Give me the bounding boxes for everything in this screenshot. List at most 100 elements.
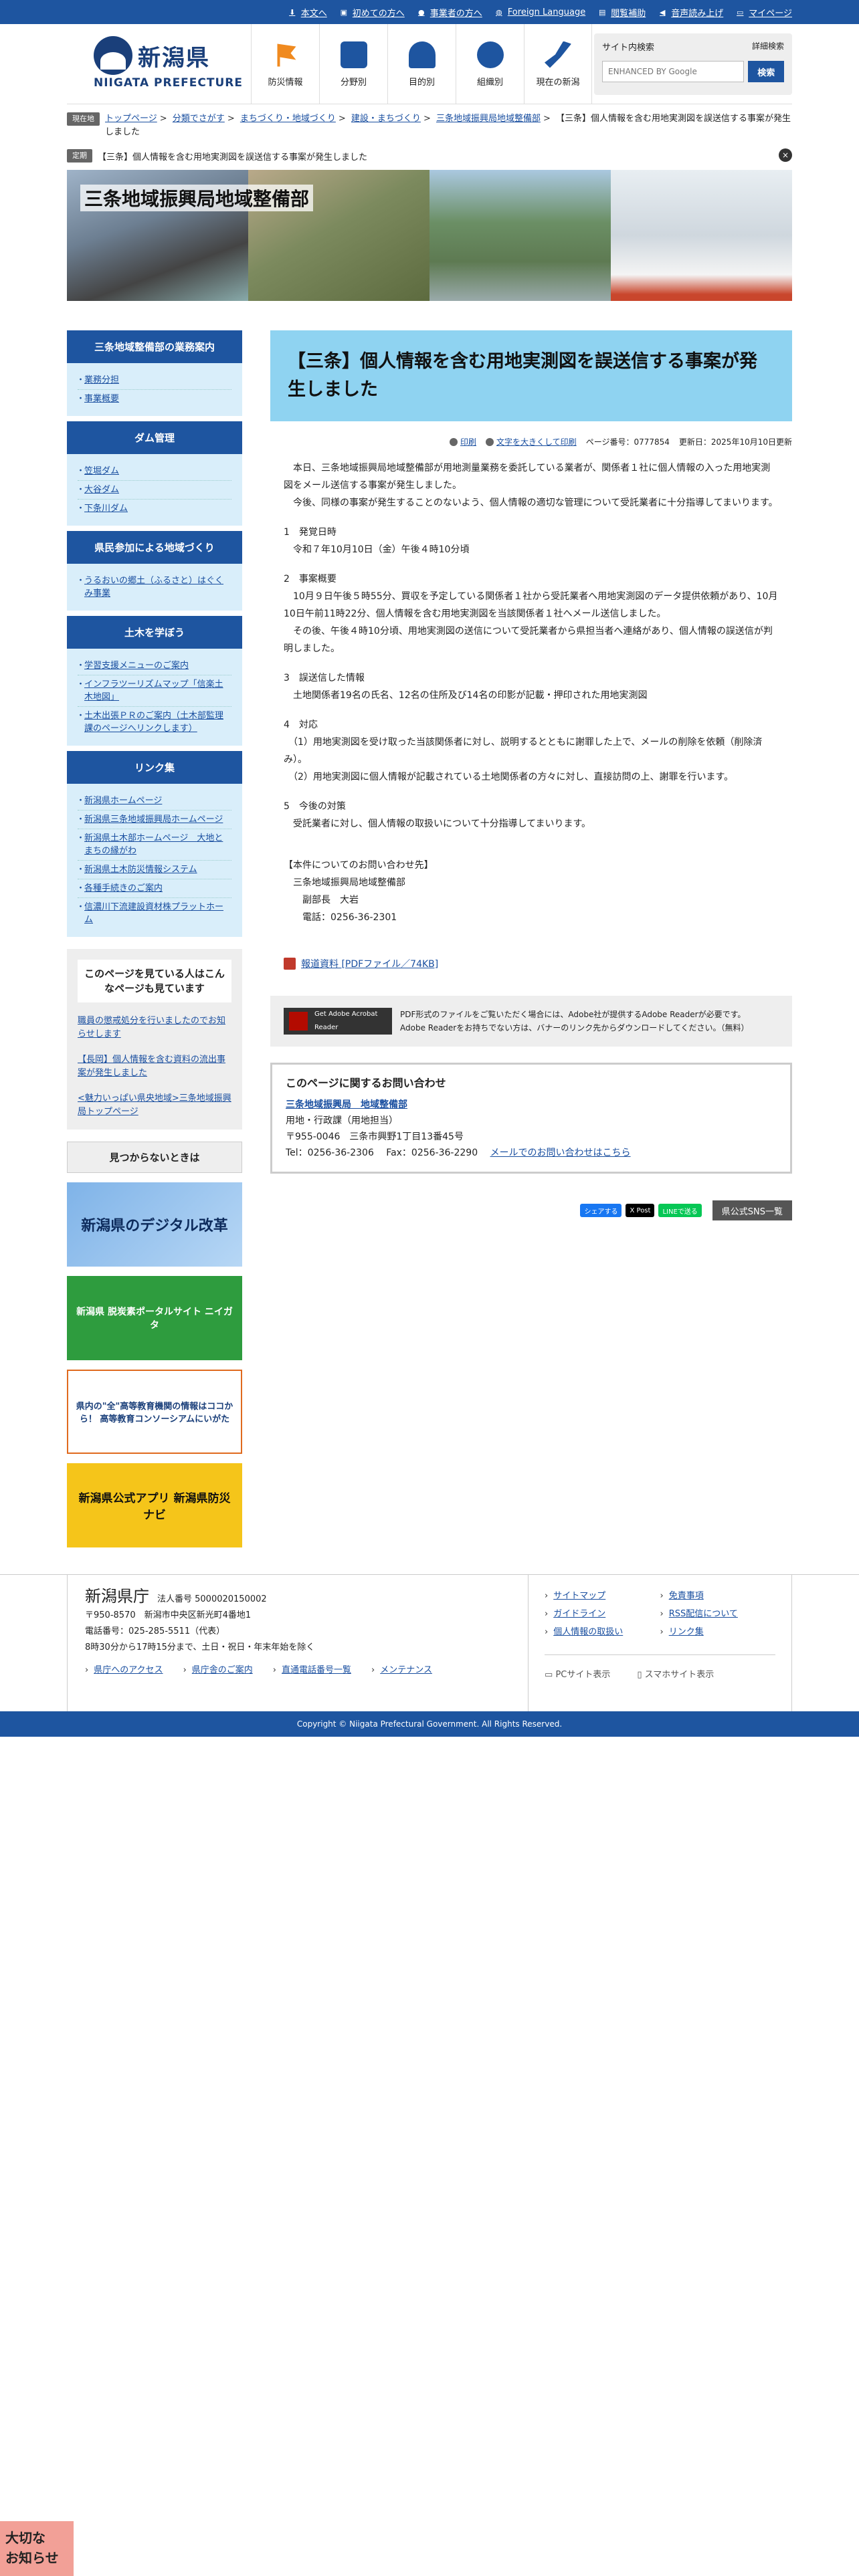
skip-to-content-link[interactable]: ⬇ 本文へ — [288, 6, 327, 19]
article-paragraph: 【本件についてのお問い合わせ先】 — [284, 860, 434, 871]
sidebar-item[interactable]: 土木出張ＰＲのご案内（土木部監理課のページへリンクします） — [76, 707, 231, 738]
adobe-reader-notice: Get Adobe Acrobat Reader PDF形式のファイルをご覧いた… — [270, 996, 792, 1047]
adobe-reader-badge[interactable]: Get Adobe Acrobat Reader — [284, 1008, 392, 1035]
contact-department-link[interactable]: 三条地域振興局 地域整備部 — [286, 1099, 407, 1110]
niigata-emblem-icon — [94, 36, 132, 75]
speech-link[interactable]: ◀ 音声読み上げ — [658, 6, 723, 19]
sidebar-section-business: 三条地域整備部の業務案内 業務分担 事業概要 — [67, 330, 242, 416]
nav-disaster[interactable]: 防災情報 — [251, 24, 319, 104]
important-notice-button[interactable]: 大切な お知らせ — [0, 2521, 74, 2576]
sidebar-item[interactable]: 下条川ダム — [76, 500, 231, 518]
footer-guideline-link[interactable]: ガイドライン — [545, 1606, 660, 1619]
sidebar-item[interactable]: 新潟県土木防災情報システム — [76, 861, 231, 879]
banner-title: 三条地域振興局地域整備部 — [80, 185, 314, 211]
footer-links-link[interactable]: リンク集 — [660, 1624, 776, 1637]
breadcrumb-category[interactable]: 分類でさがす — [173, 114, 225, 124]
article-paragraph: 4 対応 — [284, 720, 318, 730]
sidebar-item[interactable]: 新潟県ホームページ — [76, 792, 231, 811]
nav-purpose[interactable]: 目的別 — [387, 24, 456, 104]
main-content: 【三条】個人情報を含む用地実測図を誤送信する事案が発生しました 印刷 文字を大き… — [270, 330, 792, 1547]
search-input[interactable] — [602, 61, 745, 82]
advanced-search-link[interactable]: 詳細検索 — [752, 40, 784, 53]
footer-disclaimer-link[interactable]: 免責事項 — [660, 1588, 776, 1601]
printer-icon — [450, 437, 458, 446]
breadcrumb-town[interactable]: まちづくり・地域づくり — [240, 114, 336, 124]
print-button[interactable]: 印刷 — [450, 436, 476, 447]
digital-reform-banner[interactable]: 新潟県のデジタル改革 — [67, 1182, 242, 1267]
nav-current-niigata[interactable]: 現在の新潟 — [524, 24, 592, 104]
large-print-button[interactable]: 文字を大きくして印刷 — [486, 436, 577, 447]
mypage-link[interactable]: ▭ マイページ — [735, 6, 792, 19]
beginner-link[interactable]: ▣ 初めての方へ — [339, 6, 405, 19]
updated-date: 更新日：2025年10月10日更新 — [678, 437, 792, 447]
see-also-link[interactable]: <魅力いっぱい県央地域>三条地域振興局トップページ — [78, 1093, 231, 1117]
sidebar-item[interactable]: うるおいの郷土（ふるさと）はぐくみ事業 — [76, 572, 231, 603]
sidebar-item[interactable]: 大谷ダム — [76, 481, 231, 500]
x-post-button[interactable]: X Post — [626, 1204, 655, 1217]
footer-rss-link[interactable]: RSS配信について — [660, 1606, 776, 1619]
sidebar-item[interactable]: 笠堀ダム — [76, 462, 231, 481]
sidebar-item[interactable]: 信濃川下流建設資材株プラットホーム — [76, 898, 231, 929]
article-paragraph: 今後、同様の事案が発生することのないよう、個人情報の適切な管理について受託業者に… — [284, 498, 778, 508]
line-share-button[interactable]: LINEで送る — [658, 1204, 702, 1217]
facebook-share-button[interactable]: シェアする — [580, 1204, 622, 1217]
search-button[interactable]: 検索 — [748, 61, 784, 82]
article-paragraph: 本日、三条地域振興局地域整備部が用地測量業務を委託している業者が、関係者１社に個… — [284, 463, 771, 491]
see-also-title: このページを見ている人はこんなページも見ています — [78, 960, 231, 1002]
article-paragraph: 副部長 大岩 — [284, 895, 359, 905]
sidebar-item[interactable]: 各種手続きのご案内 — [76, 879, 231, 898]
site-logo[interactable]: 新潟県 NIIGATA PREFECTURE — [94, 36, 243, 90]
global-nav: 防災情報 分野別 目的別 組織別 現在の新潟 — [251, 24, 592, 104]
sidebar-item[interactable]: 新潟県三条地域振興局ホームページ — [76, 811, 231, 829]
close-icon[interactable]: × — [779, 148, 792, 162]
footer-privacy-link[interactable]: 個人情報の取扱い — [545, 1624, 660, 1637]
sidebar-item[interactable]: インフラツーリズムマップ「信楽土木地図」 — [76, 675, 231, 707]
speaker-icon: ◀ — [660, 7, 666, 17]
article-paragraph: 令和７年10月10日（金）午後４時10分頃 — [284, 544, 470, 555]
higher-education-banner[interactable]: 県内の"全"高等教育機関の情報はココから！ 高等教育コンソーシアムにいがた — [67, 1370, 242, 1454]
sidebar-item[interactable]: 業務分担 — [76, 371, 231, 390]
copyright: Copyright © Niigata Prefectural Governme… — [0, 1711, 859, 1737]
foreign-language-link[interactable]: ◍ Foreign Language — [494, 7, 585, 17]
breadcrumb-top[interactable]: トップページ — [105, 114, 157, 124]
site-footer: 新潟県庁 法人番号 5000020150002 〒950-8570 新潟市中央区新… — [0, 1574, 859, 1737]
pc-view-toggle[interactable]: ▭ PCサイト表示 — [545, 1667, 610, 1680]
footer-phone-list-link[interactable]: 直通電話番号一覧 — [273, 1662, 351, 1679]
article-body: 本日、三条地域振興局地域整備部が用地測量業務を委託している業者が、関係者１社に個… — [270, 459, 792, 926]
sidebar-item[interactable]: 新潟県土木部ホームページ 大地とまちの縁がわ — [76, 829, 231, 861]
disaster-navi-banner[interactable]: 新潟県公式アプリ 新潟県防災ナビ — [67, 1463, 242, 1547]
business-link[interactable]: ● 事業者の方へ — [417, 6, 482, 19]
see-also-link[interactable]: 【長岡】個人情報を含む資料の流出事案が発生しました — [78, 1055, 225, 1078]
sidebar: 三条地域整備部の業務案内 業務分担 事業概要 ダム管理 笠堀ダム 大谷ダム 下条… — [67, 330, 242, 1547]
nav-organization[interactable]: 組織別 — [456, 24, 524, 104]
pdf-link[interactable]: 報道資料 [PDFファイル／74KB] — [270, 957, 792, 970]
not-found-button[interactable]: 見つからないときは — [67, 1142, 242, 1173]
sidebar-item[interactable]: 事業概要 — [76, 390, 231, 408]
contact-mail-link[interactable]: メールでのお問い合わせはこちら — [490, 1148, 631, 1158]
article-paragraph: 5 今後の対策 — [284, 801, 346, 812]
monitor-icon: ▭ — [545, 1670, 553, 1680]
site-header: 新潟県 NIIGATA PREFECTURE 防災情報 分野別 目的別 組織別 … — [67, 24, 792, 104]
article-paragraph: 電話：0256-36-2301 — [284, 912, 397, 923]
footer-maintenance-link[interactable]: メンテナンス — [371, 1662, 432, 1679]
smartphone-icon: ▯ — [637, 1670, 642, 1680]
see-also-link[interactable]: 職員の懲戒処分を行いましたのでお知らせします — [78, 1016, 225, 1039]
accessibility-link[interactable]: ▤ 閲覧補助 — [597, 6, 646, 19]
footer-building-link[interactable]: 県庁舎のご案内 — [183, 1662, 253, 1679]
decarbonization-banner[interactable]: 新潟県 脱炭素ポータルサイト ニイガタ — [67, 1276, 242, 1360]
important-notice-label: お知らせ — [5, 2550, 59, 2566]
breadcrumb-department[interactable]: 三条地域振興局地域整備部 — [436, 114, 541, 124]
nav-category[interactable]: 分野別 — [319, 24, 387, 104]
smartphone-view-toggle[interactable]: ▯ スマホサイト表示 — [637, 1667, 714, 1680]
footer-access-link[interactable]: 県庁へのアクセス — [85, 1662, 163, 1679]
sns-list-button[interactable]: 県公式SNS一覧 — [712, 1200, 792, 1220]
footer-sitemap-link[interactable]: サイトマップ — [545, 1588, 660, 1601]
accessibility-icon: ▤ — [599, 7, 606, 17]
article-paragraph: （2）用地実測図に個人情報が記載されている土地関係者の方々に対し、直接訪問の上、… — [284, 772, 734, 782]
sidebar-section-links: リンク集 新潟県ホームページ 新潟県三条地域振興局ホームページ 新潟県土木部ホー… — [67, 751, 242, 937]
box-icon — [340, 41, 367, 68]
breadcrumb-construction[interactable]: 建設・まちづくり — [351, 114, 421, 124]
sidebar-item[interactable]: 学習支援メニューのご案内 — [76, 657, 231, 675]
